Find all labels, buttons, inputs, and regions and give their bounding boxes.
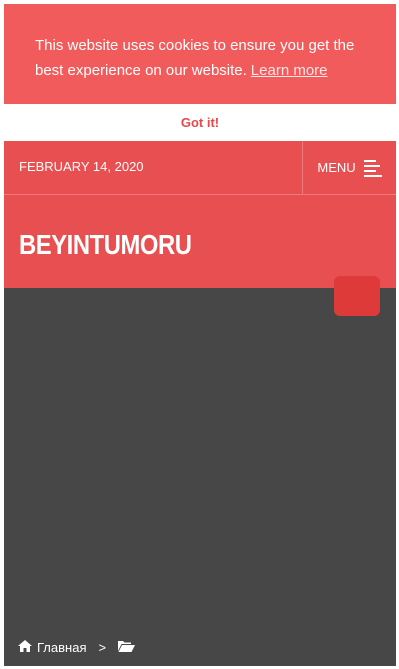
hamburger-icon: [363, 159, 382, 177]
learn-more-link[interactable]: Learn more: [251, 62, 328, 79]
breadcrumb-separator: >: [98, 640, 107, 655]
header-topbar: FEBRUARY 14, 2020 MENU: [4, 141, 396, 195]
got-it-button[interactable]: Got it!: [181, 115, 219, 130]
breadcrumb-home-link[interactable]: Главная: [18, 640, 86, 655]
menu-button[interactable]: MENU: [303, 141, 396, 194]
folder-open-icon[interactable]: [118, 640, 136, 655]
page: This website uses cookies to ensure you …: [0, 0, 399, 669]
menu-label: MENU: [317, 160, 356, 175]
header-date: FEBRUARY 14, 2020: [19, 159, 144, 174]
site-title[interactable]: BEYINTUMORU: [19, 229, 192, 261]
cookie-accept-bar: Got it!: [4, 104, 396, 141]
breadcrumb: Главная >: [18, 640, 136, 655]
accent-button[interactable]: [334, 276, 380, 316]
viewport: This website uses cookies to ensure you …: [4, 4, 396, 666]
home-icon: [18, 640, 32, 655]
cookie-message-block: This website uses cookies to ensure you …: [35, 33, 376, 83]
cookie-banner: This website uses cookies to ensure you …: [4, 4, 396, 104]
site-header: FEBRUARY 14, 2020 MENU BEYINTUMORU: [4, 141, 396, 288]
breadcrumb-home-label: Главная: [37, 640, 87, 655]
